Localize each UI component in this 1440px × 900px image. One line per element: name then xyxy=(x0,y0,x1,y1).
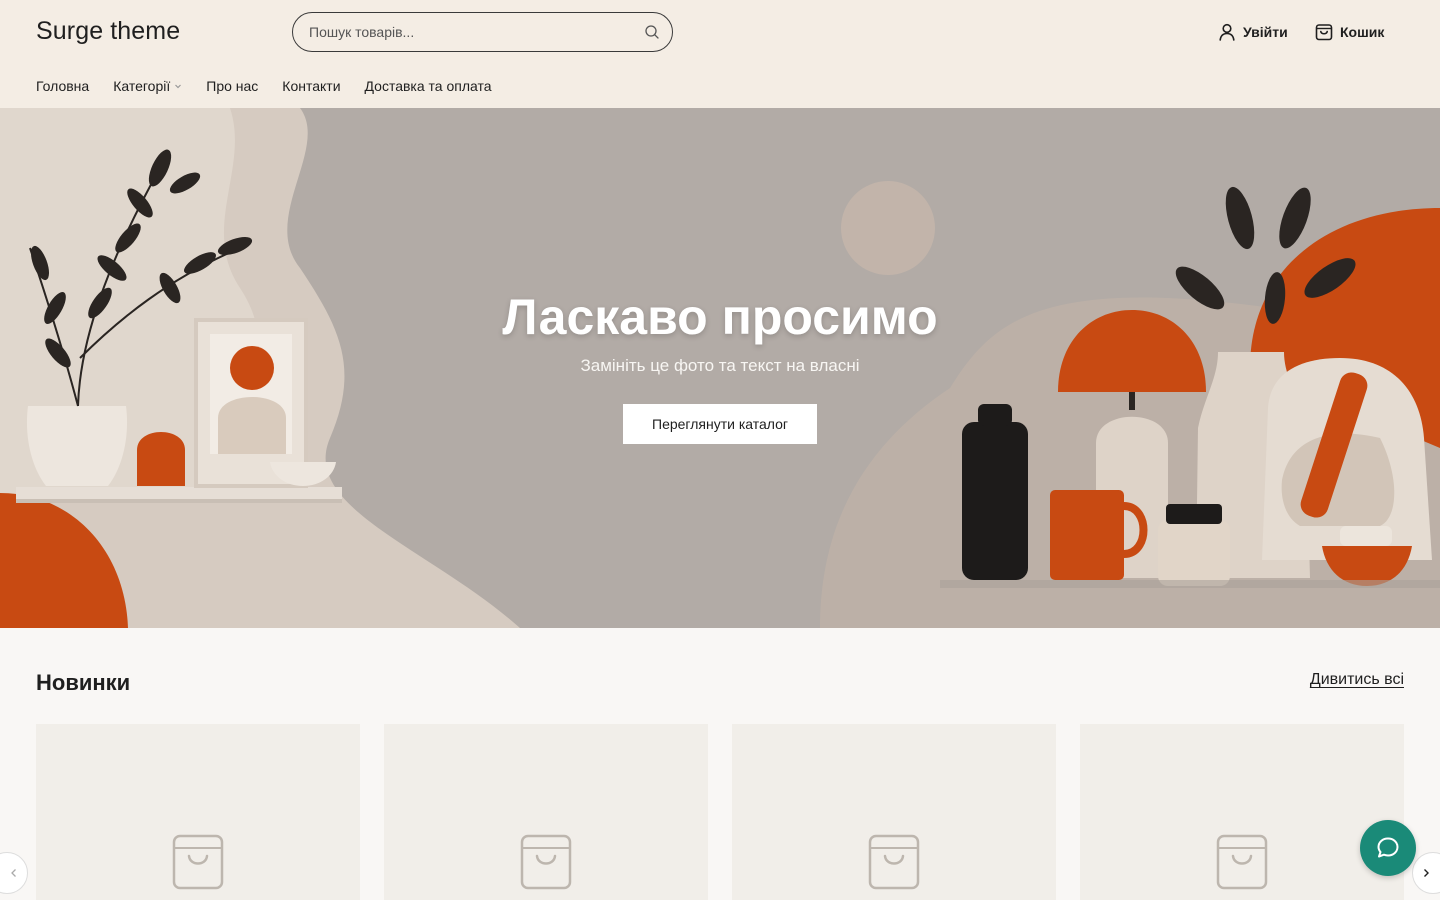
product-card[interactable] xyxy=(36,724,360,900)
chat-icon xyxy=(1377,837,1399,858)
shopping-bag-icon xyxy=(172,834,224,890)
chevron-down-icon xyxy=(175,84,182,89)
login-link[interactable]: Увійти xyxy=(1217,21,1288,43)
search-icon[interactable] xyxy=(644,24,660,40)
chat-button[interactable] xyxy=(1360,820,1416,876)
carousel-prev-button[interactable] xyxy=(0,852,28,894)
login-label: Увійти xyxy=(1243,24,1288,40)
chevron-right-icon xyxy=(1424,869,1429,877)
chevron-left-icon xyxy=(11,869,16,877)
site-header: Surge theme Увійти Кошик Головна Категор… xyxy=(0,0,1440,108)
main-nav: Головна Категорії Про нас Контакти Доста… xyxy=(36,76,492,96)
nav-item-categories[interactable]: Категорії xyxy=(113,76,182,96)
product-card[interactable] xyxy=(384,724,708,900)
view-catalog-button[interactable]: Переглянути каталог xyxy=(623,404,817,444)
hero-title: Ласкаво просимо xyxy=(502,289,938,345)
hero-text: Ласкаво просимо Замініть це фото та текс… xyxy=(0,288,1440,376)
search-box[interactable] xyxy=(292,12,673,52)
nav-item-delivery[interactable]: Доставка та оплата xyxy=(365,76,492,96)
nav-label: Контакти xyxy=(282,78,341,94)
product-card[interactable] xyxy=(732,724,1056,900)
nav-label: Категорії xyxy=(113,78,171,94)
carousel-next-button[interactable] xyxy=(1412,852,1440,894)
cart-link[interactable]: Кошик xyxy=(1314,21,1384,43)
nav-label: Головна xyxy=(36,78,90,94)
nav-item-about[interactable]: Про нас xyxy=(206,76,258,96)
site-logo[interactable]: Surge theme xyxy=(36,17,180,46)
cart-label: Кошик xyxy=(1340,24,1385,40)
shopping-bag-icon xyxy=(1216,834,1268,890)
nav-label: Доставка та оплата xyxy=(364,78,492,94)
view-all-link[interactable]: Дивитись всі xyxy=(1310,671,1404,689)
product-card[interactable] xyxy=(1080,724,1404,900)
user-icon xyxy=(1219,23,1235,41)
shopping-bag-icon xyxy=(868,834,920,890)
section-title-new: Новинки xyxy=(36,670,131,695)
shopping-bag-icon xyxy=(520,834,572,890)
nav-item-home[interactable]: Головна xyxy=(36,76,89,96)
hero-subtitle: Замініть це фото та текст на власні xyxy=(580,356,860,375)
nav-label: Про нас xyxy=(206,78,259,94)
shopping-bag-icon xyxy=(1315,24,1333,41)
hero-banner: Ласкаво просимо Замініть це фото та текс… xyxy=(0,108,1440,628)
search-input[interactable] xyxy=(309,13,629,51)
nav-item-contacts[interactable]: Контакти xyxy=(282,76,340,96)
